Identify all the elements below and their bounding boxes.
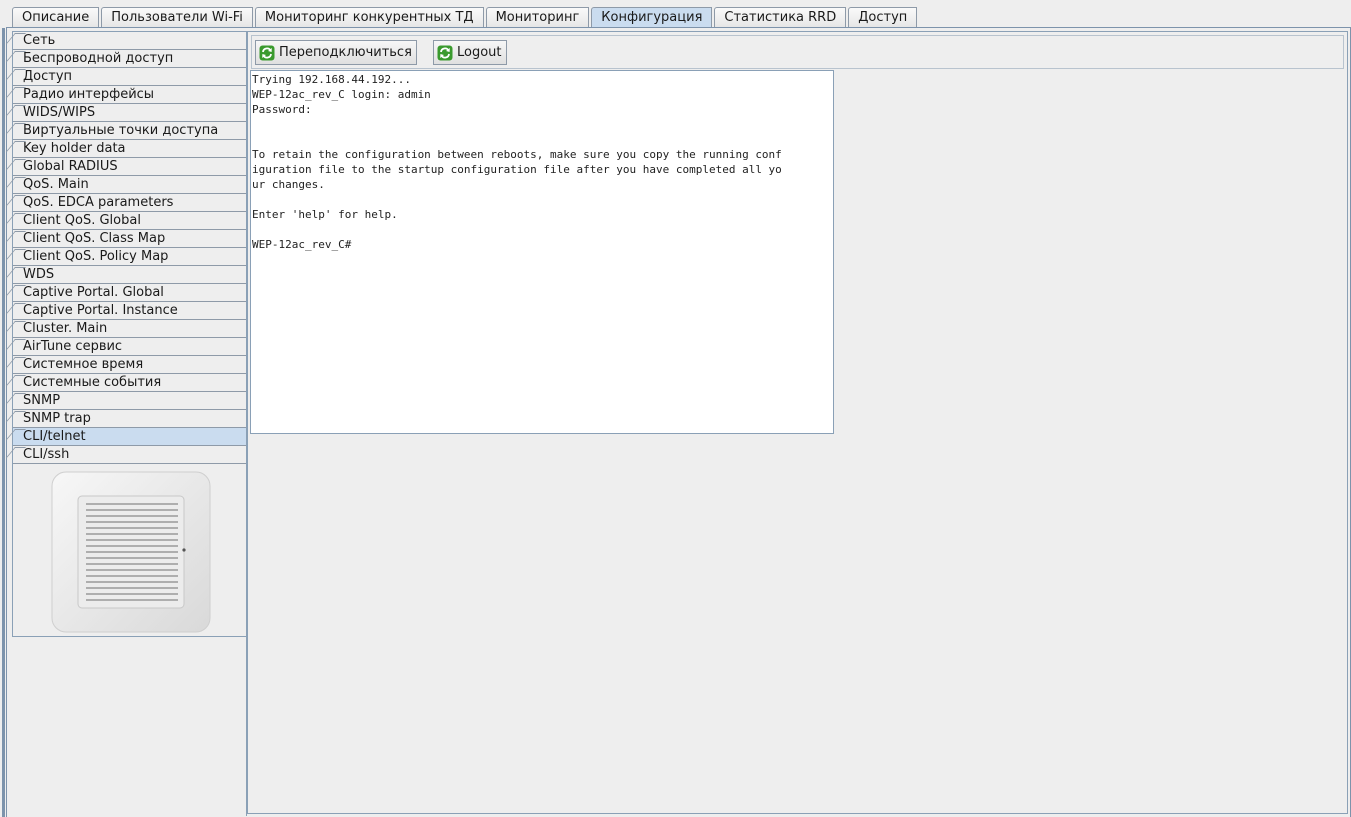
sidebar-item-wids-wips[interactable]: WIDS/WIPS (13, 104, 246, 122)
reconnect-button[interactable]: Переподключиться (255, 40, 417, 65)
sidebar-item-qos-main[interactable]: QoS. Main (13, 176, 246, 194)
cli-telnet-panel: Переподключиться Logout Trying 192.168.4… (247, 31, 1348, 814)
sidebar-item-radio-interfaces[interactable]: Радио интерфейсы (13, 86, 246, 104)
logout-label: Logout (457, 45, 502, 60)
telnet-toolbar: Переподключиться Logout (251, 35, 1344, 69)
main-tab-bar: Описание Пользователи Wi-Fi Мониторинг к… (12, 7, 919, 27)
sidebar-item-snmp[interactable]: SNMP (13, 392, 246, 410)
sidebar-empty-area (12, 637, 247, 816)
sidebar-item-virtual-aps[interactable]: Виртуальные точки доступа (13, 122, 246, 140)
tab-description[interactable]: Описание (12, 7, 100, 27)
sidebar-item-airtune[interactable]: AirTune сервис (13, 338, 246, 356)
tab-rrd-statistics[interactable]: Статистика RRD (714, 7, 847, 27)
tab-access[interactable]: Доступ (848, 7, 918, 27)
sidebar-item-cluster-main[interactable]: Cluster. Main (13, 320, 246, 338)
config-sidebar: Сеть Беспроводной доступ Доступ Радио ин… (12, 31, 247, 637)
sidebar-item-network[interactable]: Сеть (13, 32, 246, 50)
sidebar-item-captive-portal-instance[interactable]: Captive Portal. Instance (13, 302, 246, 320)
refresh-icon (437, 45, 453, 60)
sidebar-item-wds[interactable]: WDS (13, 266, 246, 284)
sidebar-item-qos-edca[interactable]: QoS. EDCA parameters (13, 194, 246, 212)
sidebar-item-client-qos-global[interactable]: Client QoS. Global (13, 212, 246, 230)
tab-competitor-ap-monitoring[interactable]: Мониторинг конкурентных ТД (254, 7, 484, 27)
access-point-device-image (51, 471, 211, 633)
tab-monitoring[interactable]: Мониторинг (485, 7, 590, 27)
logout-button[interactable]: Logout (433, 40, 507, 65)
sidebar-item-cli-telnet[interactable]: CLI/telnet (13, 428, 246, 446)
telnet-terminal[interactable]: Trying 192.168.44.192... WEP-12ac_rev_C … (250, 70, 834, 434)
reconnect-label: Переподключиться (279, 45, 412, 60)
sidebar-item-client-qos-class-map[interactable]: Client QoS. Class Map (13, 230, 246, 248)
sidebar-item-access[interactable]: Доступ (13, 68, 246, 86)
tab-configuration[interactable]: Конфигурация (591, 7, 713, 27)
sidebar-item-system-time[interactable]: Системное время (13, 356, 246, 374)
sidebar-item-system-events[interactable]: Системные события (13, 374, 246, 392)
sidebar-item-global-radius[interactable]: Global RADIUS (13, 158, 246, 176)
sidebar-item-snmp-trap[interactable]: SNMP trap (13, 410, 246, 428)
tab-wifi-users[interactable]: Пользователи Wi-Fi (101, 7, 253, 27)
sidebar-item-client-qos-policy-map[interactable]: Client QoS. Policy Map (13, 248, 246, 266)
sidebar-item-wireless-access[interactable]: Беспроводной доступ (13, 50, 246, 68)
sidebar-item-cli-ssh[interactable]: CLI/ssh (13, 446, 246, 464)
sidebar-item-key-holder-data[interactable]: Key holder data (13, 140, 246, 158)
sidebar-item-captive-portal-global[interactable]: Captive Portal. Global (13, 284, 246, 302)
refresh-icon (259, 45, 275, 60)
